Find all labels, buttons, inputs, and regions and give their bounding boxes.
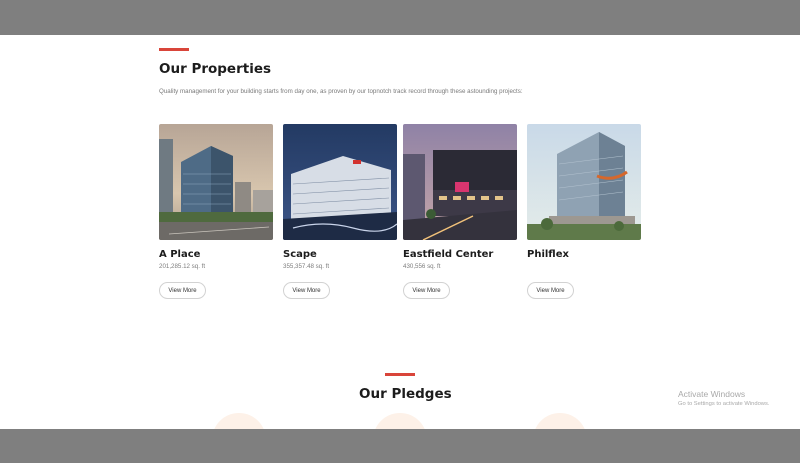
property-card-a-place: A Place 201,285.12 sq. ft View More bbox=[159, 124, 273, 299]
property-name: Scape bbox=[283, 249, 317, 260]
a-place-tower-photo[interactable] bbox=[159, 124, 273, 240]
scape-building-photo[interactable] bbox=[283, 124, 397, 240]
view-more-button[interactable]: View More bbox=[527, 282, 574, 299]
property-area: 355,357.48 sq. ft bbox=[283, 263, 330, 270]
properties-accent-line bbox=[159, 48, 189, 51]
eastfield-center-photo[interactable] bbox=[403, 124, 517, 240]
property-name: A Place bbox=[159, 249, 201, 260]
property-area bbox=[527, 263, 641, 271]
pledges-accent-line bbox=[385, 373, 415, 376]
properties-intro: Quality management for your building sta… bbox=[159, 88, 523, 95]
view-more-button[interactable]: View More bbox=[159, 282, 206, 299]
view-more-button[interactable]: View More bbox=[403, 282, 450, 299]
property-card-philflex: Philflex View More bbox=[527, 124, 641, 299]
watermark-subtitle: Go to Settings to activate Windows. bbox=[678, 401, 770, 407]
property-area: 201,285.12 sq. ft bbox=[159, 263, 206, 270]
philflex-building-photo[interactable] bbox=[527, 124, 641, 240]
property-area: 430,556 sq. ft bbox=[403, 263, 441, 270]
property-name: Philflex bbox=[527, 249, 569, 260]
overlay-top-bar bbox=[0, 0, 800, 35]
property-name: Eastfield Center bbox=[403, 249, 494, 260]
property-card-eastfield-center: Eastfield Center 430,556 sq. ft View Mor… bbox=[403, 124, 517, 299]
overlay-bottom-bar bbox=[0, 429, 800, 463]
property-card-scape: Scape 355,357.48 sq. ft View More bbox=[283, 124, 397, 299]
properties-title: Our Properties bbox=[159, 61, 272, 77]
activate-windows-watermark: Activate Windows Go to Settings to activ… bbox=[678, 389, 770, 407]
view-more-button[interactable]: View More bbox=[283, 282, 330, 299]
watermark-title: Activate Windows bbox=[678, 389, 746, 399]
pledges-title: Our Pledges bbox=[359, 386, 452, 402]
